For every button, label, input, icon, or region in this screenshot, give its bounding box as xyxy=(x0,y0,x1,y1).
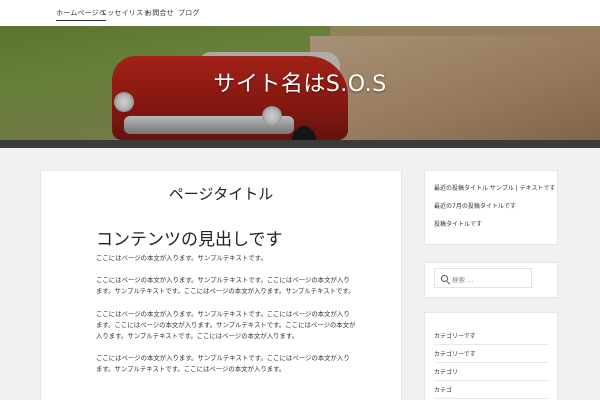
main-content: ページタイトル コンテンツの見出しです ここにはページの本文が入ります。サンプル… xyxy=(40,170,402,400)
top-navigation: ホームページへ エッセイリスト お問合せ ブログ xyxy=(0,0,600,26)
nav-item-home[interactable]: ホームページへ xyxy=(56,8,107,21)
categories-widget: カテゴリーです カテゴリーです カテゴリ カテゴ xyxy=(424,312,558,400)
page-title: ページタイトル xyxy=(168,185,274,203)
search-input[interactable]: 検索 … xyxy=(434,268,532,288)
category-link[interactable]: カテゴリ xyxy=(434,367,549,381)
content-heading: コンテンツの見出しです xyxy=(96,230,283,250)
nav-item-blog[interactable]: ブログ xyxy=(178,8,200,18)
search-icon xyxy=(441,275,448,282)
paragraph: ここにはページの本文が入ります。サンプルテキストです。ここにはページの本文が入り… xyxy=(96,354,350,373)
header-image: サイト名はS.O.S xyxy=(0,26,600,140)
category-link[interactable]: カテゴ xyxy=(434,385,549,399)
recent-posts-widget: 最近の投稿タイトル サンプル | テキストです 最近の7月の投稿タイトルです 投… xyxy=(424,170,558,245)
paragraph: ここにはページの本文が入ります。サンプルテキストです。ここにはページの本文が入り… xyxy=(96,310,356,340)
category-link[interactable]: カテゴリーです xyxy=(434,349,549,363)
nav-item-contact[interactable]: お問合せ xyxy=(145,8,174,18)
paragraph: ここにはページの本文が入ります。サンプルテキストです。ここにはページの本文が入り… xyxy=(96,276,355,295)
site-title[interactable]: サイト名はS.O.S xyxy=(0,66,600,98)
search-widget: 検索 … xyxy=(424,262,558,298)
category-link[interactable]: カテゴリーです xyxy=(434,331,549,345)
nav-item-essays[interactable]: エッセイリスト xyxy=(100,8,150,18)
recent-post-link[interactable]: 投稿タイトルです xyxy=(434,219,482,228)
header-band xyxy=(0,140,600,148)
recent-post-link[interactable]: 最近の7月の投稿タイトルです xyxy=(434,201,516,210)
paragraph: ここにはページの本文が入ります。サンプルテキストです。 xyxy=(96,254,267,262)
recent-post-link[interactable]: 最近の投稿タイトル サンプル | テキストです xyxy=(434,183,555,192)
search-placeholder: 検索 … xyxy=(452,276,474,284)
